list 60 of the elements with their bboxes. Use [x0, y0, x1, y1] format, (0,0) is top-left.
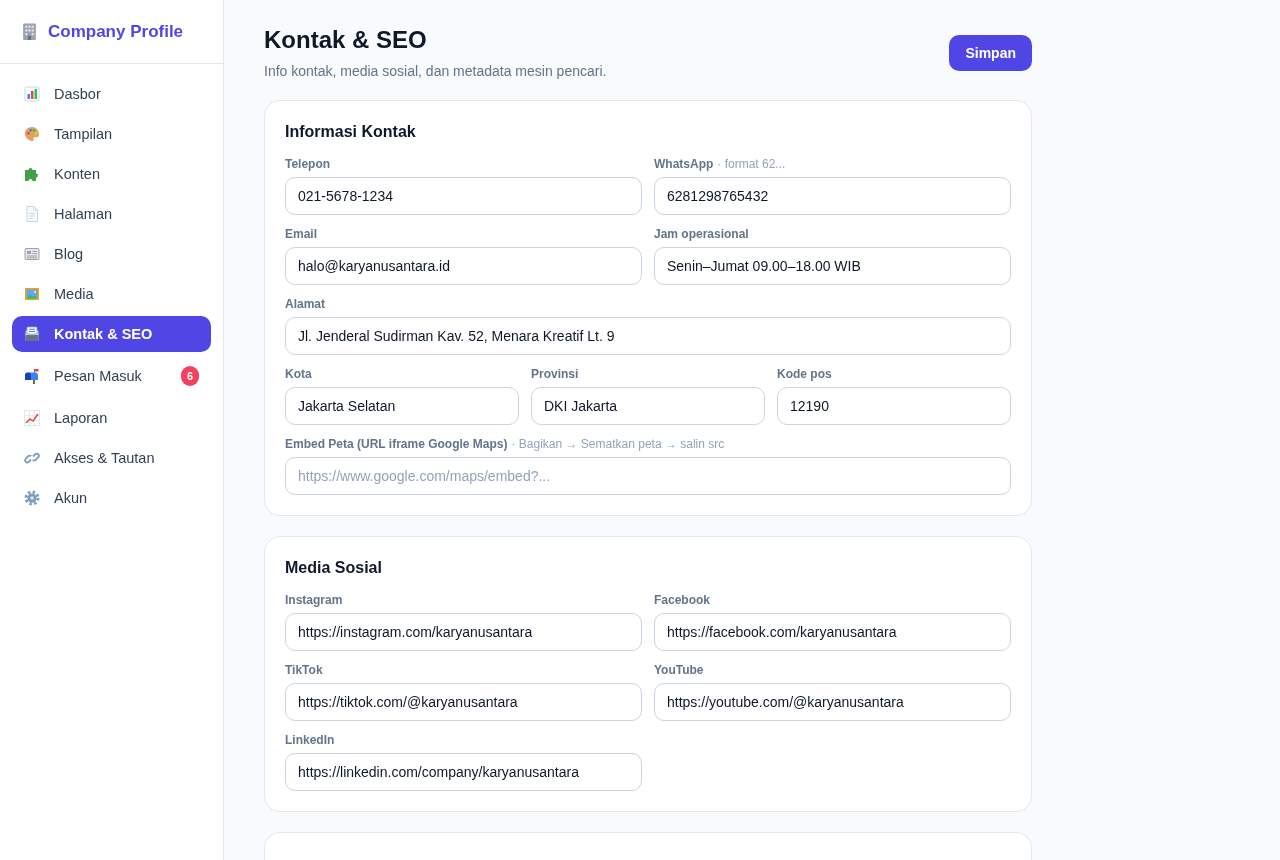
nav-item[interactable]: Dasbor: [12, 76, 211, 112]
field-label: LinkedIn: [285, 732, 335, 748]
newspaper-icon: [24, 246, 40, 262]
page-subtitle: Info kontak, media sosial, dan metadata mesin pencari.: [264, 62, 607, 81]
field-label: TikTok: [285, 662, 323, 678]
field-label: Kode pos: [777, 366, 832, 382]
field-hint: · format 62...: [717, 156, 786, 172]
card-index-icon: [24, 326, 40, 342]
nav-item[interactable]: Kontak & SEO: [12, 316, 211, 352]
building-icon: [21, 23, 38, 40]
input-field[interactable]: 021-5678-1234: [285, 177, 642, 215]
field-label: Instagram: [285, 592, 343, 608]
input-field[interactable]: https://instagram.com/karyanusantara: [285, 613, 642, 651]
nav-item[interactable]: Konten: [12, 156, 211, 192]
input-field[interactable]: 6281298765432: [654, 177, 1011, 215]
field-label: Embed Peta (URL iframe Google Maps): [285, 436, 508, 452]
nav-item[interactable]: Tampilan: [12, 116, 211, 152]
document-icon: [24, 206, 40, 222]
field-label: Provinsi: [531, 366, 579, 382]
nav-item[interactable]: Laporan: [12, 400, 211, 436]
line-chart-icon: [24, 410, 40, 426]
input-field[interactable]: https://facebook.com/karyanusantara: [654, 613, 1011, 651]
field-label: Email: [285, 226, 317, 242]
field-label: WhatsApp: [654, 156, 714, 172]
input-field[interactable]: https://tiktok.com/@karyanusantara: [285, 683, 642, 721]
field-label: Alamat: [285, 296, 325, 312]
save-button[interactable]: Simpan: [949, 35, 1032, 71]
page-title: Kontak & SEO: [264, 25, 428, 55]
link-icon: [24, 450, 40, 466]
field-label: Telepon: [285, 156, 331, 172]
input-field[interactable]: 12190: [777, 387, 1011, 425]
section-title: Informasi Kontak: [285, 122, 417, 142]
nav-item[interactable]: Akses & Tautan: [12, 440, 211, 476]
input-field[interactable]: https://youtube.com/@karyanusantara: [654, 683, 1011, 721]
nav-item[interactable]: Halaman: [12, 196, 211, 232]
section-title: Media Sosial: [285, 558, 383, 578]
input-field[interactable]: Jakarta Selatan: [285, 387, 519, 425]
gear-icon: [24, 490, 40, 506]
puzzle-icon: [24, 166, 40, 182]
mailbox-icon: [24, 368, 40, 384]
nav-item[interactable]: Akun: [12, 480, 211, 516]
field-label: Facebook: [654, 592, 710, 608]
palette-icon: [24, 126, 40, 142]
field-hint: · Bagikan → Sematkan peta → salin src: [511, 436, 725, 452]
field-label: Kota: [285, 366, 312, 382]
field-label: Jam operasional: [654, 226, 749, 242]
input-field[interactable]: Jl. Jenderal Sudirman Kav. 52, Menara Kreatif Lt. 9: [285, 317, 1011, 355]
nav-item[interactable]: Media: [12, 276, 211, 312]
nav-item[interactable]: Blog: [12, 236, 211, 272]
bar-chart-icon: [24, 86, 40, 102]
framed-picture-icon: [24, 286, 40, 302]
input-field[interactable]: halo@karyanusantara.id: [285, 247, 642, 285]
input-field[interactable]: https://www.google.com/maps/embed?...: [285, 457, 1011, 495]
input-field[interactable]: DKI Jakarta: [531, 387, 765, 425]
count-badge: 6: [181, 366, 199, 386]
app-title: Company Profile: [48, 21, 184, 42]
nav-item[interactable]: Pesan Masuk 6: [12, 356, 211, 396]
input-field[interactable]: Senin–Jumat 09.00–18.00 WIB: [654, 247, 1011, 285]
input-field[interactable]: https://linkedin.com/company/karyanusantara: [285, 753, 642, 791]
field-label: YouTube: [654, 662, 704, 678]
